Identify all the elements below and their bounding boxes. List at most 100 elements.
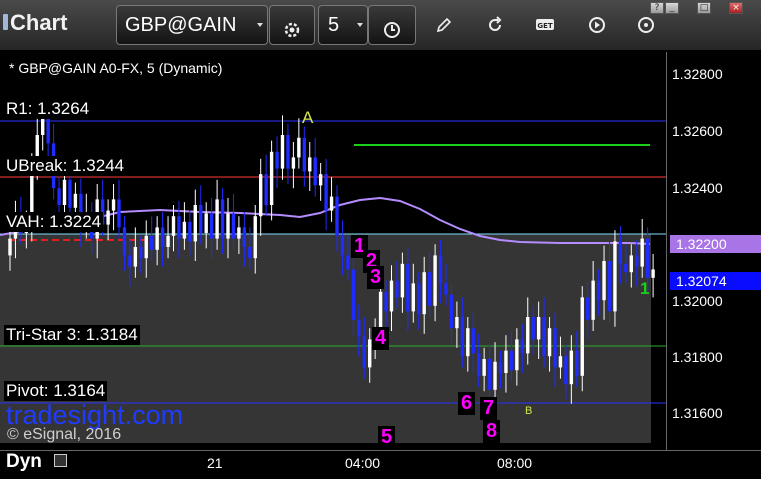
minimize-button[interactable]: _ [665, 2, 679, 14]
candle-body [411, 283, 415, 312]
chart-title: * GBP@GAIN A0-FX, 5 (Dynamic) [9, 60, 223, 76]
candle-body [117, 199, 121, 228]
candle-body [209, 213, 214, 239]
level-label-r1: R1: 1.3264 [4, 99, 92, 119]
annotation-3: 3 [367, 266, 385, 289]
annotation-b: B [525, 405, 533, 417]
candle-body [569, 350, 574, 385]
candle-body [204, 213, 208, 233]
options-icon[interactable] [636, 15, 656, 35]
price-tick: 1.32400 [672, 180, 723, 196]
chevron-down-icon[interactable] [357, 23, 363, 27]
candle-body [438, 255, 443, 284]
candle-body [651, 269, 655, 278]
symbol-input[interactable]: GBP@GAIN [116, 5, 268, 45]
candle-body [547, 328, 552, 357]
help-button[interactable]: ? [650, 2, 664, 14]
candle-body [542, 317, 546, 357]
candle-body [318, 174, 323, 186]
candle-body [591, 280, 595, 320]
lock-icon[interactable] [54, 454, 67, 467]
chevron-down-icon[interactable] [257, 23, 263, 27]
candle-body [498, 361, 503, 373]
candle-body [220, 199, 225, 239]
annotation-7: 7 [480, 397, 498, 420]
interval-value: 5 [328, 14, 340, 36]
candle-body [427, 272, 432, 306]
candle-body [215, 199, 219, 239]
candle-body [596, 280, 601, 301]
app-icon [3, 14, 8, 30]
price-tick: 1.31600 [672, 405, 723, 421]
candle-body [624, 263, 628, 273]
candle-body [520, 339, 524, 354]
last-price-marker: 1.32074 [670, 272, 761, 290]
interval-clock-button[interactable] [368, 5, 416, 45]
level-label-pivot: Pivot: 1.3164 [4, 381, 108, 401]
maximize-button[interactable]: □ [697, 2, 711, 14]
candle-body [297, 137, 301, 158]
time-tick: 04:00 [345, 455, 381, 471]
symbol-settings-button[interactable] [269, 5, 315, 45]
candle-body [645, 238, 650, 278]
candle-body [199, 205, 203, 233]
candle-body [313, 157, 317, 186]
play-icon[interactable] [587, 15, 607, 35]
candle-body [155, 227, 159, 250]
candle-body [515, 339, 519, 371]
candle-body [73, 193, 78, 208]
toolbar: Chart GBP@GAIN 5 GET ? _ □ × [0, 0, 761, 51]
candle-body [139, 247, 143, 259]
candle-body [351, 269, 356, 320]
candle-body [504, 350, 508, 373]
close-button[interactable]: × [729, 2, 743, 14]
candle-body [264, 174, 268, 205]
candle-body [368, 339, 372, 368]
candle-body [122, 227, 127, 256]
candle-body [150, 235, 154, 250]
candle-body [226, 213, 230, 239]
scale-mode-label[interactable]: Dyn [6, 451, 42, 473]
candle-body [471, 328, 475, 354]
annotation-6: 6 [458, 392, 476, 415]
candle-body [231, 213, 236, 239]
candle-body [237, 227, 241, 239]
candle-body [133, 247, 138, 267]
level-label-tristar: Tri-Star 3: 1.3184 [4, 325, 140, 345]
interval-input[interactable]: 5 [318, 5, 368, 45]
candle-body [580, 297, 584, 376]
candle-body [629, 255, 633, 273]
candle-body [400, 263, 405, 298]
candle-body [460, 317, 465, 357]
pencil-icon[interactable] [434, 15, 454, 35]
copyright: © eSignal, 2016 [7, 426, 122, 443]
candle-body [526, 317, 530, 354]
get-icon[interactable]: GET [535, 17, 555, 33]
candle-body [487, 359, 492, 390]
price-tick: 1.31800 [672, 349, 723, 365]
candle-body [482, 359, 486, 376]
candle-body [171, 216, 176, 236]
candle-body [182, 221, 187, 239]
candle-body [193, 205, 197, 242]
candle-body [455, 317, 459, 329]
candle-body [575, 350, 579, 376]
svg-text:GET: GET [537, 22, 553, 30]
app-title: Chart [10, 10, 68, 35]
candle-body [477, 353, 481, 376]
price-tick: 1.32000 [672, 293, 723, 309]
vah-price-marker: 1.32200 [670, 235, 761, 253]
price-tick: 1.32600 [672, 123, 723, 139]
candle-body [259, 174, 263, 217]
annotation-a: A [302, 108, 314, 127]
candle-body [640, 238, 644, 267]
candle-body [406, 263, 410, 312]
refresh-icon[interactable] [485, 15, 505, 35]
time-tick: 08:00 [497, 455, 533, 471]
candle-body [493, 361, 497, 390]
candle-body [166, 235, 170, 247]
candle-body [291, 157, 296, 169]
candle-body [324, 174, 328, 211]
candle-body [553, 328, 557, 368]
candle-body [242, 227, 247, 247]
